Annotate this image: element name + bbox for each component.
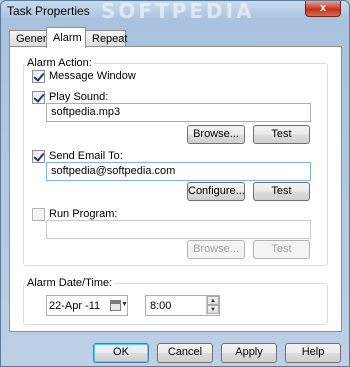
sound-file-input[interactable]: softpedia.mp3 [46,103,311,122]
window-title: Task Properties [7,4,90,18]
message-window-option[interactable]: Message Window [32,69,136,83]
send-email-option[interactable]: Send Email To: [32,149,123,163]
close-icon: x [319,2,327,14]
task-properties-window: Task Properties SOFTPEDIA x General Alar… [0,0,350,367]
test-program-button[interactable]: Test [253,240,310,259]
time-spinner[interactable]: ▲ ▼ [206,296,219,315]
play-sound-option[interactable]: Play Sound: [32,90,108,104]
message-window-label: Message Window [49,70,136,82]
tab-repeat-label: Repeat [92,33,128,45]
close-button[interactable]: x [305,1,341,17]
alarm-time-field[interactable]: 8:00 ▲ ▼ [145,295,220,316]
play-sound-label: Play Sound: [49,91,109,103]
spin-up-icon[interactable]: ▲ [207,296,219,305]
alarm-action-title: Alarm Action: [25,57,94,69]
test-sound-button[interactable]: Test [253,125,310,144]
browse-sound-button[interactable]: Browse... [187,125,245,144]
help-button[interactable]: Help [285,343,341,363]
tab-alarm-label: Alarm [53,32,82,44]
run-program-checkbox[interactable] [32,207,45,221]
program-path-input[interactable] [46,220,311,239]
send-email-label: Send Email To: [49,150,123,162]
browse-program-button[interactable]: Browse... [187,240,245,259]
cancel-button[interactable]: Cancel [157,343,213,363]
play-sound-checkbox[interactable] [32,90,45,104]
softpedia-watermark: SOFTPEDIA [101,0,255,23]
title-bar[interactable]: Task Properties SOFTPEDIA x [1,0,349,23]
alarm-date-picker[interactable]: 22-Apr -11 ▼ [46,295,128,316]
ok-button[interactable]: OK [93,343,149,363]
send-email-checkbox[interactable] [32,149,45,163]
tab-repeat[interactable]: Repeat [85,30,128,47]
calendar-icon[interactable] [110,300,121,311]
apply-button[interactable]: Apply [221,343,277,363]
alarm-tab-panel: Alarm Action: Message Window Play Sound:… [9,46,342,332]
chevron-down-icon[interactable]: ▼ [121,301,128,308]
alarm-date-value: 22-Apr -11 [49,300,101,312]
tab-alarm[interactable]: Alarm [46,27,86,48]
tab-general[interactable]: General [9,30,55,47]
configure-email-button[interactable]: Configure... [187,182,245,201]
alarm-datetime-title: Alarm Date/Time: [25,277,115,289]
spin-down-icon[interactable]: ▼ [207,305,219,314]
email-address-input[interactable]: softpedia@softpedia.com [46,162,311,181]
message-window-checkbox[interactable] [32,69,45,83]
test-email-button[interactable]: Test [253,182,310,201]
run-program-option[interactable]: Run Program: [32,207,117,221]
run-program-label: Run Program: [49,208,118,220]
alarm-time-value: 8:00 [150,300,172,312]
